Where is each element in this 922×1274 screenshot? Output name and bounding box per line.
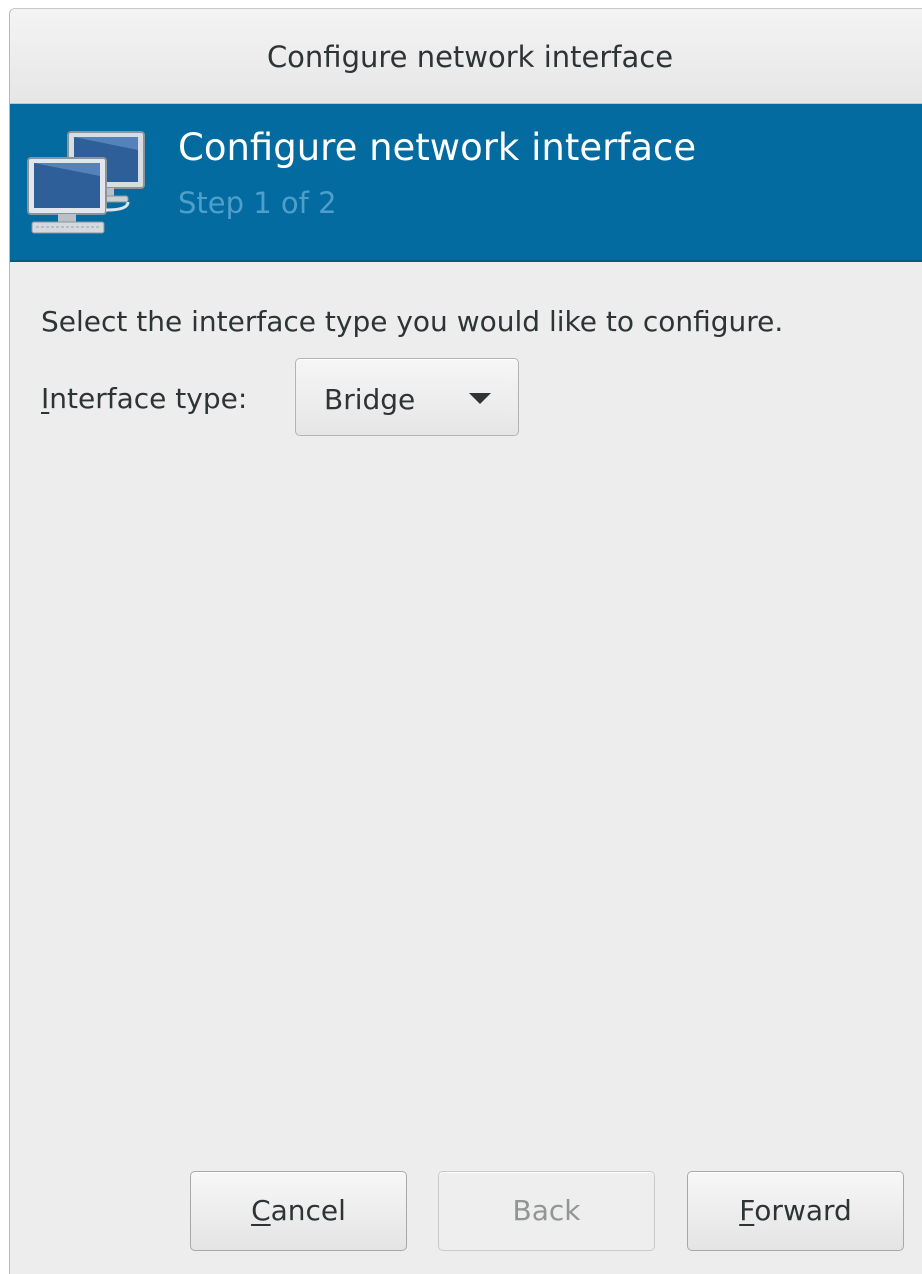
interface-type-label-text: nterface type: [49, 382, 248, 415]
interface-type-dropdown[interactable]: Bridge [295, 358, 519, 436]
wizard-title: Configure network interface [178, 126, 697, 169]
interface-type-selected-value: Bridge [324, 383, 416, 416]
configure-interface-dialog: Configure network interface Configure ne… [9, 8, 922, 1274]
cancel-button-mnemonic: C [251, 1194, 271, 1227]
forward-button-mnemonic: F [739, 1194, 755, 1227]
wizard-header-banner: Configure network interface Step 1 of 2 [10, 104, 922, 262]
wizard-step-indicator: Step 1 of 2 [178, 186, 337, 220]
forward-button-label: orward [754, 1194, 852, 1227]
forward-button[interactable]: Forward [687, 1171, 904, 1251]
instructions-text: Select the interface type you would like… [41, 305, 784, 338]
window-title: Configure network interface [266, 40, 674, 74]
back-button[interactable]: Back [438, 1171, 655, 1251]
back-button-label: Back [512, 1194, 581, 1227]
interface-type-label: Interface type: [41, 382, 247, 415]
dropdown-arrow-icon [469, 393, 491, 404]
cancel-button[interactable]: Cancel [190, 1171, 407, 1251]
network-computers-icon [27, 131, 145, 234]
cancel-button-label: ancel [270, 1194, 346, 1227]
window-titlebar[interactable]: Configure network interface [10, 9, 922, 104]
